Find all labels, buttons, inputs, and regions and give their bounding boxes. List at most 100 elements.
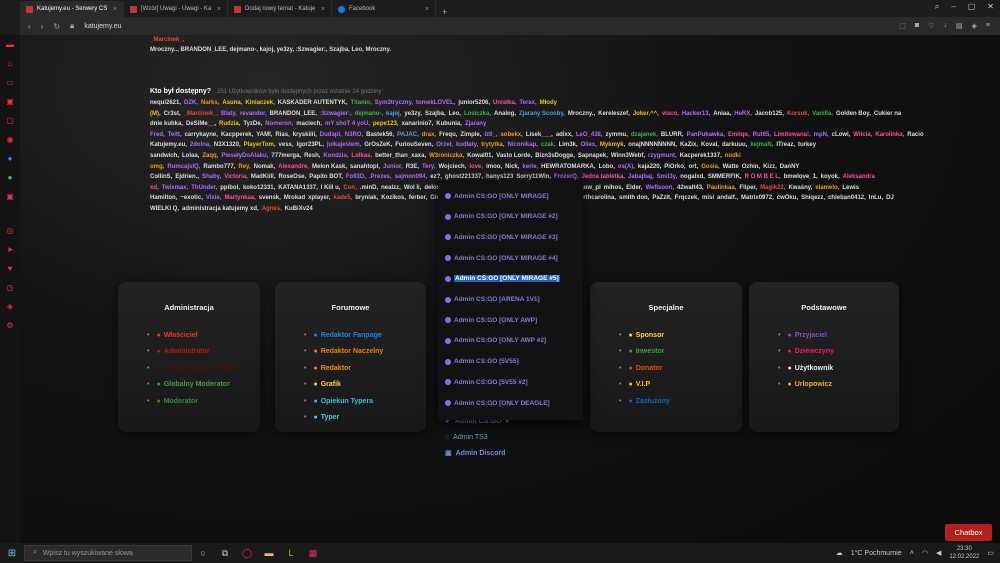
user-link[interactable]: cLowi, [832,132,851,138]
user-link[interactable]: julkajestem, [327,142,361,148]
admin-ts3-item[interactable]: ◌ Admin TS3 [445,429,509,445]
role-item[interactable]: ●Redaktor Naczelny [304,348,383,355]
user-link[interactable]: koko12331, [243,185,275,191]
opera-taskbar-icon[interactable]: ◯ [236,548,258,559]
user-link[interactable]: Kereleszef, [598,111,630,117]
user-link[interactable]: 777merga, [271,153,301,159]
user-link[interactable]: Mroczny., [568,111,595,117]
user-link[interactable]: Zjarany Scooby, [519,111,565,117]
tab-nowy-temat[interactable]: Dodaj nowy temat - Katuje × [228,1,332,17]
role-item[interactable]: ●Użytkownik [778,365,833,372]
user-link[interactable]: TyzDe, [243,121,262,127]
weather-text[interactable]: 1°C Pochmurnie [851,550,902,557]
user-link[interactable]: Rambo777, [203,164,235,170]
user-link[interactable]: :Szwagier:, [320,111,352,117]
league-icon[interactable]: L [280,548,302,558]
user-link[interactable]: Wojciech, [438,164,466,170]
user-link[interactable]: Hacker13, [682,111,710,117]
dropdown-item[interactable]: Admin CS:GO [ONLY DEAGLE] [445,397,550,409]
user-link[interactable]: Lobo, [599,164,615,170]
user-link[interactable]: Nick, [505,164,519,170]
user-link[interactable]: PaZzIt, [652,195,671,201]
user-link[interactable]: Paulinkaa, [707,185,737,191]
notifications-icon[interactable]: ▭ [987,549,994,557]
user-link[interactable]: pepe123, [373,121,399,127]
user-link[interactable]: Watte [723,164,739,170]
user-link[interactable]: xanarinio7, [402,121,434,127]
role-item[interactable]: ●Urlopowicz [778,381,832,388]
user-link[interactable]: PiOrko, [664,164,685,170]
user-link[interactable]: Joker.^^, [633,111,659,117]
user-link[interactable]: sobekx, [500,132,522,138]
user-link[interactable]: Sapnapek, [578,153,608,159]
player-icon[interactable]: ◎ [5,225,15,235]
user-link[interactable]: HEWRATOMARKA, [541,164,595,170]
user-link[interactable]: smith don, [619,195,649,201]
user-link[interactable]: Junior, [383,164,403,170]
role-item[interactable]: ●Redaktor [304,365,351,372]
user-link[interactable]: junior5206, [458,100,490,106]
dropdown-item[interactable]: Admin CS:GO [5V55] [445,356,519,368]
user-link[interactable]: Lolkas, [351,153,372,159]
menu-icon[interactable]: ≡ [986,22,990,30]
bookmark-icon[interactable]: ▭ [5,77,15,87]
dropdown-item[interactable]: Admin CS:GO [5V55 #2] [445,376,528,388]
user-link[interactable]: Nomak, [254,164,276,170]
settings-icon[interactable]: ⚙ [5,320,15,330]
user-link[interactable]: kudlaty, [456,142,478,148]
instagram-icon[interactable]: ▣ [5,191,15,201]
user-link[interactable]: RumcajsIQ, [167,164,200,170]
user-link[interactable]: Cr3st, [164,111,181,117]
user-link[interactable]: ferber, [409,195,427,201]
user-link[interactable]: Unistka, [493,100,516,106]
user-link[interactable]: os(A), [618,164,635,170]
search-tabs-icon[interactable]: ⌕ [935,2,939,12]
user-link[interactable]: Jedna tabletka, [582,174,625,180]
user-link[interactable]: Lisek___, [526,132,553,138]
user-link[interactable]: Blaty, [221,111,237,117]
user-link[interactable]: Papito BOT, [309,174,343,180]
heart-icon[interactable]: ♥ [5,263,15,273]
user-link[interactable]: FuriouSeven, [395,142,433,148]
user-link[interactable]: ThUnder, [191,185,217,191]
user-link[interactable]: KaZix, [680,142,698,148]
user-link[interactable]: HeRX, [734,111,752,117]
taskbar-search[interactable]: ⌕ Wpisz tu wyszukiwane słowa [24,545,192,561]
role-item[interactable]: ●Typer [304,414,339,421]
user-link[interactable]: maciech, [296,121,322,127]
dropdown-item[interactable]: Admin CS:GO [ONLY AWP #2] [445,335,546,347]
task-view-icon[interactable]: ⧉ [214,548,236,559]
user-link[interactable]: Fo93D, [346,174,366,180]
user-link[interactable]: Victoria, [224,174,248,180]
user-link[interactable]: PlayerTom, [244,142,276,148]
user-link[interactable]: PanPukawka, [687,132,725,138]
user-link[interactable]: nequi2621, [150,100,181,106]
user-link[interactable]: ort, [689,164,699,170]
user-link[interactable]: W3roniczka, [429,153,464,159]
cortana-icon[interactable]: ○ [192,548,214,558]
messenger-icon[interactable]: ● [5,153,15,163]
user-link[interactable]: dejmano-, [355,111,383,117]
cube-icon[interactable]: ◈ [5,301,15,311]
user-link[interactable]: Bastek56, [366,132,394,138]
user-link[interactable]: Kiniaczek, [245,100,274,106]
user-link[interactable]: Emilqo, [728,132,750,138]
user-link[interactable]: SMMERFIK, [708,174,742,180]
user-link[interactable]: love, [469,164,483,170]
extensions-icon[interactable]: ⬚ [899,22,906,30]
user-link[interactable]: Zimple, [460,132,481,138]
user-link[interactable]: revander, [240,111,267,117]
user-link[interactable]: Kwaśny, [788,185,812,191]
user-link[interactable]: Agnes, [262,206,282,212]
user-link[interactable]: Vasto Lorde, [496,153,532,159]
user-link[interactable]: Rey, [238,164,250,170]
send-icon[interactable]: ➤ [5,244,15,254]
user-link[interactable]: PiesełyDoAtaku, [221,153,268,159]
user-link[interactable]: YAMI, [256,132,272,138]
user-link[interactable]: carrykayne, [185,132,218,138]
user-link[interactable]: misi [702,195,714,201]
user-link[interactable]: 42walt43, [677,185,704,191]
user-link[interactable]: Alexandre, [278,164,309,170]
role-item[interactable]: ●Administrator [147,348,209,355]
volume-icon[interactable]: ◀ [936,549,941,557]
